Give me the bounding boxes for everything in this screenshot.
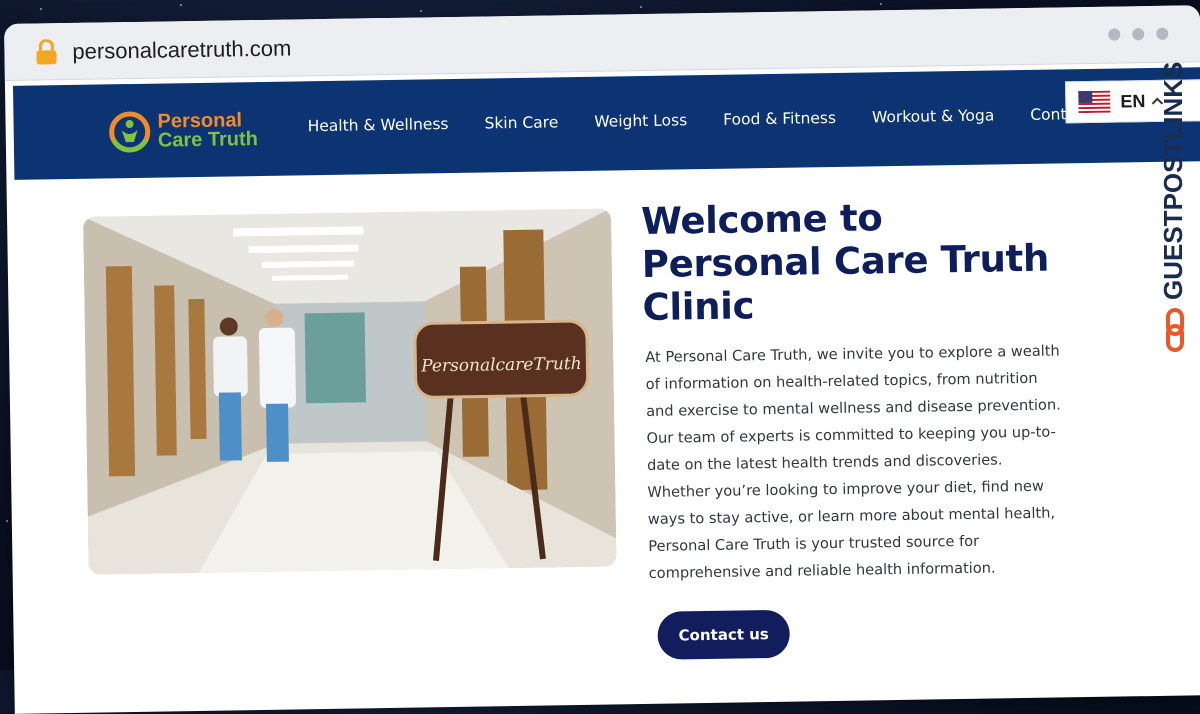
browser-window: personalcaretruth.com Personal Care Trut… <box>4 5 1200 714</box>
nav-item-skin-care[interactable]: Skin Care <box>484 113 558 132</box>
us-flag-icon <box>1078 90 1111 114</box>
watermark: GUESTPOSTLINKS <box>1158 62 1188 352</box>
url-text[interactable]: personalcaretruth.com <box>72 35 291 64</box>
nav-item-workout-yoga[interactable]: Workout & Yoga <box>872 106 995 126</box>
clinic-hallway-illustration: PersonalcareTruth <box>83 208 617 575</box>
main-nav: Health & Wellness Skin Care Weight Loss … <box>308 105 1117 136</box>
language-code: EN <box>1120 90 1146 111</box>
window-controls <box>1108 27 1169 41</box>
watermark-text: GUESTPOSTLINKS <box>1158 62 1188 300</box>
nav-item-food-fitness[interactable]: Food & Fitness <box>723 109 836 129</box>
contact-us-button[interactable]: Contact us <box>657 609 791 660</box>
intro-paragraph: At Personal Care Truth, we invite you to… <box>645 342 1061 582</box>
chain-link-icon <box>1166 308 1184 352</box>
window-dot-icon[interactable] <box>1132 28 1145 41</box>
care-logo-icon <box>109 111 151 153</box>
window-dot-icon[interactable] <box>1156 27 1169 40</box>
nav-item-weight-loss[interactable]: Weight Loss <box>594 111 687 130</box>
logo-line-2: Care Truth <box>157 128 259 152</box>
site-logo[interactable]: Personal Care Truth <box>107 108 258 154</box>
page-title: Welcome to Personal Care Truth Clinic <box>640 196 1050 330</box>
hero-sign-text: PersonalcareTruth <box>420 354 582 377</box>
hero-image: PersonalcareTruth <box>83 208 617 575</box>
lock-icon <box>36 39 57 65</box>
nav-item-health-wellness[interactable]: Health & Wellness <box>308 115 449 135</box>
site-header: Personal Care Truth Health & Wellness Sk… <box>12 67 1200 180</box>
window-dot-icon[interactable] <box>1108 28 1121 41</box>
